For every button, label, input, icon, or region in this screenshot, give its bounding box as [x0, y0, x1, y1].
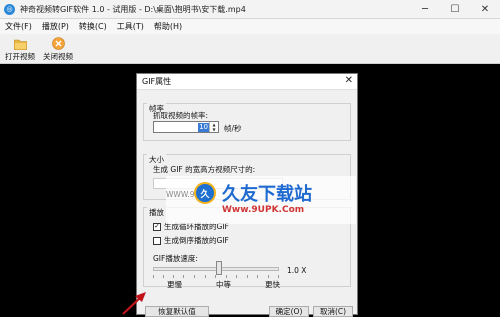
- reverse-checkbox[interactable]: [153, 236, 161, 245]
- maximize-button[interactable]: ☐: [440, 0, 470, 18]
- menu-help[interactable]: 帮助(H): [149, 21, 187, 32]
- frame-rate-value[interactable]: 10: [198, 123, 209, 132]
- app-logo-icon: ◎: [4, 3, 15, 15]
- watermark-logo-icon: 久: [194, 182, 216, 204]
- speed-value: 1.0 X: [287, 266, 307, 275]
- frame-rate-unit: 帧/秒: [224, 124, 242, 133]
- speed-tick-mid: 中等: [216, 280, 231, 289]
- open-video-label: 打开视频: [5, 52, 35, 61]
- title-bar: ◎ 神奇视频转GIF软件 1.0 - 试用版 - D:\桌面\抱明书\安下载.m…: [0, 0, 500, 19]
- watermark-title: 久友下载站: [222, 184, 312, 205]
- watermark-url: Www.9UPK.Com: [222, 205, 305, 215]
- playback-group-label: 播放: [147, 207, 166, 218]
- menu-convert[interactable]: 转换(C): [74, 21, 112, 32]
- dialog-title-bar: GIF属性 ✕: [137, 74, 357, 90]
- reverse-checkbox-row[interactable]: 生成倒序播放的GIF: [153, 235, 229, 246]
- speed-label: GIF播放速度:: [153, 254, 198, 263]
- close-video-label: 关闭视频: [43, 52, 73, 61]
- menu-tools[interactable]: 工具(T): [112, 21, 149, 32]
- menu-play[interactable]: 播放(P): [37, 21, 74, 32]
- speed-slider-ticks: [153, 275, 279, 278]
- menu-bar: 文件(F) 播放(P) 转换(C) 工具(T) 帮助(H): [0, 19, 500, 34]
- menu-file[interactable]: 文件(F): [0, 21, 37, 32]
- frame-rate-spinner[interactable]: 10 ▲ ▼: [153, 121, 219, 133]
- cancel-button[interactable]: 取消(C): [313, 306, 353, 317]
- speed-tick-slow: 更慢: [167, 280, 182, 289]
- close-window-button[interactable]: ✕: [470, 0, 500, 18]
- frame-rate-field-label: 抓取视频的帧率:: [153, 111, 209, 120]
- dialog-title: GIF属性: [142, 77, 172, 86]
- window-title: 神奇视频转GIF软件 1.0 - 试用版 - D:\桌面\抱明书\安下载.mp4: [20, 4, 246, 14]
- reverse-label: 生成倒序播放的GIF: [164, 236, 229, 245]
- annotation-arrow: [122, 292, 146, 315]
- open-video-button[interactable]: 打开视频: [2, 34, 38, 63]
- folder-icon: [13, 37, 27, 50]
- close-video-icon: [51, 37, 65, 50]
- dialog-close-icon[interactable]: ✕: [345, 75, 353, 86]
- restore-defaults-button[interactable]: 恢复默认值: [145, 306, 209, 317]
- minimize-button[interactable]: ─: [410, 0, 440, 18]
- speed-tick-fast: 更快: [265, 280, 280, 289]
- spinner-arrows[interactable]: ▲ ▼: [209, 122, 218, 132]
- loop-checkbox[interactable]: ✓: [153, 222, 161, 231]
- speed-slider-thumb[interactable]: [216, 261, 222, 275]
- watermark-overlay: WWW.9U 久 久友下载站 Www.9UPK.Com: [166, 176, 356, 224]
- ok-button[interactable]: 确定(O): [269, 306, 309, 317]
- spinner-down-icon[interactable]: ▼: [210, 127, 218, 132]
- toolbar: 打开视频 关闭视频: [0, 34, 500, 64]
- size-field-label: 生成 GIF 的宽高方视频尺寸的:: [153, 165, 256, 174]
- close-video-button[interactable]: 关闭视频: [40, 34, 76, 63]
- window-controls: ─ ☐ ✕: [410, 0, 500, 18]
